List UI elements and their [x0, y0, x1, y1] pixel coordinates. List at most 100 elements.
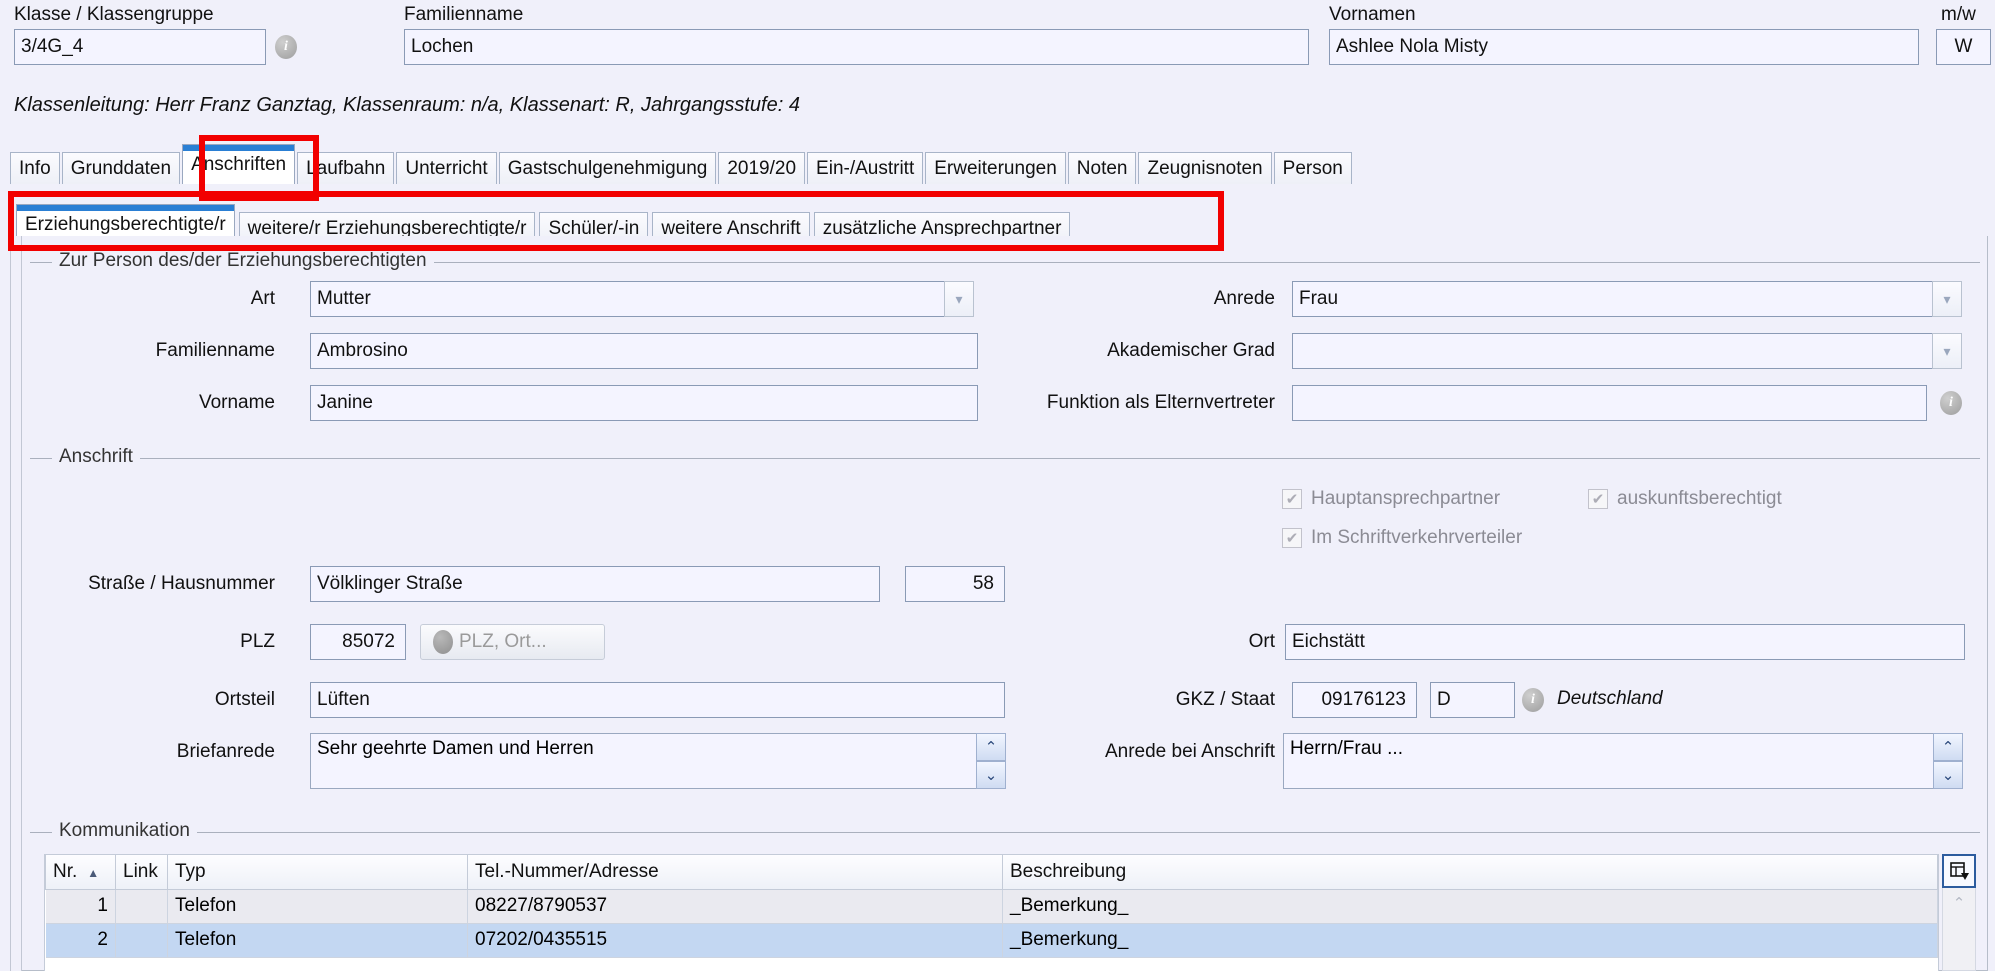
cell-nummer: 07202/0435515 [467, 923, 1003, 958]
anrede-label: Anrede [1213, 288, 1275, 309]
chevron-down-icon[interactable]: ⌄ [976, 761, 1006, 789]
main-tab-zeugnisnoten[interactable]: Zeugnisnoten [1138, 152, 1272, 184]
art-combobox[interactable]: Mutter ▾ [310, 281, 974, 317]
main-tab-ein-austritt[interactable]: Ein-/Austritt [807, 152, 924, 184]
plz-input[interactable]: 85072 [310, 624, 406, 660]
sort-ascending-icon[interactable]: ▲ [87, 866, 99, 880]
info-icon[interactable]: i [1522, 688, 1544, 712]
chevron-down-icon[interactable]: ⌄ [1933, 761, 1963, 789]
checkbox-icon[interactable]: ✔ [1588, 489, 1608, 509]
table-body[interactable]: 1 Telefon 08227/8790537 _Bemerkung_ 2 Telefon… [45, 889, 1938, 958]
tab-label: Ein-/Austritt [816, 157, 915, 179]
ortsteil-label: Ortsteil [214, 689, 275, 710]
main-tab-unterricht[interactable]: Unterricht [396, 152, 497, 184]
table-header-row[interactable]: Nr. ▲ Link Typ Tel.-Nummer/Adresse Beschreibu… [45, 855, 1938, 890]
cell-link [115, 889, 168, 924]
table-vertical-scrollbar[interactable]: ⌃ [1942, 888, 1976, 971]
akademischer-grad-label: Akademischer Grad [1107, 340, 1275, 361]
gkz-input[interactable]: 09176123 [1292, 682, 1417, 718]
art-input[interactable]: Mutter [310, 281, 944, 317]
person-vorname-label: Vorname [198, 392, 275, 413]
staat-name-label: Deutschland [1557, 688, 1663, 709]
person-vorname-input[interactable]: Janine [310, 385, 978, 421]
checkbox-schriftverkehrverteiler[interactable]: ✔ Im Schriftverkehrverteiler [1282, 527, 1522, 549]
kommunikation-table-wrap: Nr. ▲ Link Typ Tel.-Nummer/Adresse Beschreibu… [44, 854, 1979, 971]
main-tab-bar: Info Grunddaten Anschriften Laufbahn Unterri… [10, 144, 1354, 184]
anrede-anschrift-input[interactable]: Herrn/Frau ... [1283, 733, 1933, 789]
main-tab-grunddaten[interactable]: Grunddaten [61, 152, 181, 184]
klasse-input[interactable]: 3/4G_4 [14, 29, 266, 65]
tab-label: Gastschulgenehmigung [507, 157, 708, 179]
ortsteil-input[interactable]: Lüften [310, 682, 1005, 718]
strasse-input[interactable]: Völklinger Straße [310, 566, 880, 602]
art-label: Art [250, 288, 275, 309]
checkbox-label: Im Schriftverkehrverteiler [1311, 527, 1523, 548]
column-header-nr[interactable]: Nr. ▲ [45, 855, 116, 890]
anrede-combobox[interactable]: Frau ▾ [1292, 281, 1962, 317]
table-row[interactable]: 2 Telefon 07202/0435515 _Bemerkung_ [45, 923, 1938, 958]
person-familienname-input[interactable]: Ambrosino [310, 333, 978, 369]
gender-label: m/w [1941, 4, 1976, 25]
info-icon[interactable]: i [275, 35, 297, 59]
main-tab-erweiterungen[interactable]: Erweiterungen [925, 152, 1066, 184]
main-tab-anschriften[interactable]: Anschriften [182, 144, 296, 184]
cell-link [115, 923, 168, 958]
familienname-input[interactable]: Lochen [404, 29, 1309, 65]
column-header-beschreibung[interactable]: Beschreibung [1002, 855, 1938, 890]
chevron-down-icon[interactable]: ▾ [944, 281, 974, 317]
akademischer-grad-input[interactable] [1292, 333, 1932, 369]
info-icon[interactable]: i [1940, 391, 1962, 415]
main-tab-info[interactable]: Info [10, 152, 60, 184]
group-border-top [30, 458, 1980, 459]
cell-nr: 1 [45, 889, 116, 924]
plz-ort-button[interactable]: PLZ, Ort... [420, 624, 605, 660]
vornamen-input[interactable]: Ashlee Nola Misty [1329, 29, 1919, 65]
checkbox-icon[interactable]: ✔ [1282, 528, 1302, 548]
briefanrede-input[interactable]: Sehr geehrte Damen und Herren [310, 733, 976, 789]
tab-label: Zeugnisnoten [1147, 157, 1263, 179]
familienname-label: Familienname [404, 4, 524, 25]
anrede-anschrift-field[interactable]: Herrn/Frau ... ⌃ ⌄ [1283, 733, 1963, 789]
funktion-input[interactable] [1292, 385, 1927, 421]
checkbox-label: auskunftsberechtigt [1617, 488, 1782, 509]
main-tab-2019-20[interactable]: 2019/20 [718, 152, 806, 184]
column-header-tel-nummer-adresse[interactable]: Tel.-Nummer/Adresse [467, 855, 1003, 890]
tab-label: Laufbahn [306, 157, 386, 179]
chevron-up-icon[interactable]: ⌃ [1953, 894, 1966, 912]
anrede-input[interactable]: Frau [1292, 281, 1932, 317]
tab-label: Noten [1076, 157, 1128, 179]
akademischer-grad-combobox[interactable]: ▾ [1292, 333, 1962, 369]
ort-input[interactable]: Eichstätt [1285, 624, 1965, 660]
main-tab-laufbahn[interactable]: Laufbahn [297, 152, 395, 184]
main-tab-gastschulgenehmigung[interactable]: Gastschulgenehmigung [498, 152, 717, 184]
vornamen-label: Vornamen [1329, 4, 1416, 25]
table-settings-icon[interactable] [1942, 854, 1976, 888]
staat-input[interactable]: D [1430, 682, 1515, 718]
cell-beschreibung: _Bemerkung_ [1002, 889, 1938, 924]
anrede-anschrift-label: Anrede bei Anschrift [1104, 741, 1275, 762]
hausnummer-input[interactable]: 58 [905, 566, 1005, 602]
column-header-label: Beschreibung [1010, 860, 1127, 882]
anrede-anschrift-spinner[interactable]: ⌃ ⌄ [1933, 733, 1963, 789]
main-tab-noten[interactable]: Noten [1067, 152, 1137, 184]
tab-label: Person [1282, 157, 1343, 179]
gender-input[interactable]: W [1936, 29, 1991, 65]
table-row[interactable]: 1 Telefon 08227/8790537 _Bemerkung_ [45, 889, 1938, 924]
chevron-down-icon[interactable]: ▾ [1932, 333, 1962, 369]
chevron-up-icon[interactable]: ⌃ [1933, 733, 1963, 761]
checkbox-auskunftsberechtigt[interactable]: ✔ auskunftsberechtigt [1588, 488, 1782, 510]
panel-splitter[interactable] [10, 236, 22, 971]
column-header-link[interactable]: Link [115, 855, 168, 890]
group-border-top [30, 832, 1980, 833]
column-header-label: Typ [175, 860, 206, 882]
checkbox-hauptansprechpartner[interactable]: ✔ Hauptansprechpartner [1282, 488, 1500, 510]
chevron-down-icon[interactable]: ▾ [1932, 281, 1962, 317]
kommunikation-table[interactable]: Nr. ▲ Link Typ Tel.-Nummer/Adresse Beschreibu… [45, 855, 1938, 958]
checkbox-label: Hauptansprechpartner [1311, 488, 1501, 509]
kommunikation-group-title: Kommunikation [52, 820, 197, 842]
checkbox-icon[interactable]: ✔ [1282, 489, 1302, 509]
briefanrede-field[interactable]: Sehr geehrte Damen und Herren ⌃ ⌄ [310, 733, 1006, 789]
person-group-title: Zur Person des/der Erziehungsberechtigte… [52, 250, 434, 272]
main-tab-person[interactable]: Person [1273, 152, 1352, 184]
column-header-typ[interactable]: Typ [167, 855, 468, 890]
